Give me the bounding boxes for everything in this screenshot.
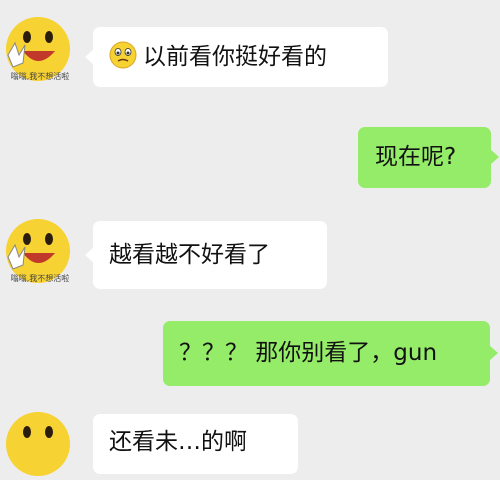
message-bubble-incoming[interactable]: 以前看你挺好看的 — [85, 27, 388, 87]
contact-avatar[interactable]: 嗡嗡,我不想活啦 — [3, 217, 73, 287]
message-bubble-outgoing[interactable]: 现在呢? — [358, 127, 499, 188]
message-text: 以前看你挺好看的 — [143, 43, 327, 70]
bubble-tail — [85, 49, 94, 65]
message-bubble-incoming[interactable]: 还看未…的啊 — [93, 414, 298, 474]
message-text: 现在呢? — [375, 144, 457, 170]
smiley-avatar-icon — [6, 412, 70, 476]
bubble-tail — [490, 149, 499, 165]
contact-avatar[interactable]: 嗡嗡,我不想活啦 — [3, 15, 73, 85]
worried-face-emoji — [109, 41, 137, 74]
message-bubble-outgoing[interactable]: ？？？ 那你别看了，gun — [163, 321, 498, 386]
message-text: 越看越不好看了 — [109, 241, 270, 268]
avatar-caption: 嗡嗡,我不想活啦 — [10, 72, 70, 81]
message-text: 还看未…的啊 — [109, 429, 247, 455]
bubble-tail — [85, 247, 94, 263]
message-text: ？？？ 那你别看了，gun — [179, 340, 438, 366]
bubble-tail — [489, 345, 498, 361]
contact-avatar[interactable] — [3, 410, 73, 480]
message-bubble-incoming[interactable]: 越看越不好看了 — [85, 221, 327, 289]
avatar-caption: 嗡嗡,我不想活啦 — [10, 274, 70, 283]
